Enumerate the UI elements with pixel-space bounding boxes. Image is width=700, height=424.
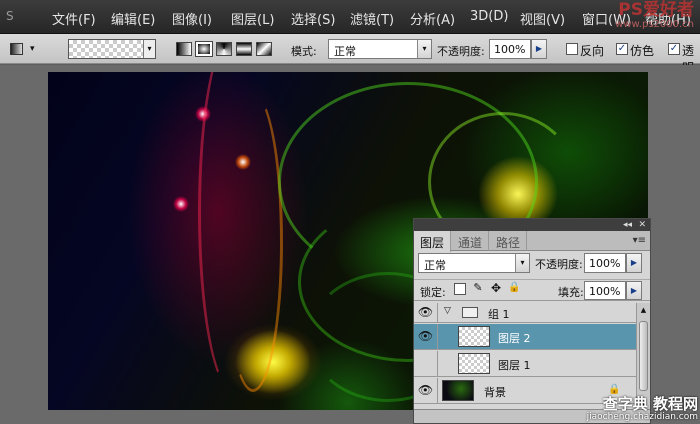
layer-name: 图层 2 [498, 332, 531, 345]
layer-opacity-slider-button[interactable]: ▶ [626, 253, 642, 273]
layer-blend-value: 正常 [424, 259, 446, 272]
panel-menu-icon[interactable]: ▾≡ [633, 235, 646, 246]
fill-label: 填充: [558, 286, 584, 299]
gradient-tool-icon [10, 43, 23, 55]
layer-thumbnail [442, 380, 474, 401]
angle-gradient-button[interactable] [216, 42, 232, 56]
dither-label: 仿色 [630, 44, 655, 58]
layer-row[interactable]: 图层 1 [414, 351, 636, 377]
opacity-slider-button[interactable]: ▶ [531, 39, 547, 59]
eye-hidden-slot[interactable] [414, 351, 438, 376]
tab-layers[interactable]: 图层 [414, 231, 452, 252]
mode-value: 正常 [334, 45, 356, 58]
scroll-thumb[interactable] [639, 321, 648, 391]
linear-gradient-button[interactable] [176, 42, 192, 56]
site-watermark-url: jiaocheng.chazidian.com [586, 412, 698, 422]
diamond-gradient-button[interactable] [256, 42, 272, 56]
radial-gradient-button[interactable] [195, 41, 213, 57]
site-watermark: 查字典 教程网 jiaocheng.chazidian.com [586, 395, 698, 423]
tab-channels[interactable]: 通道 [452, 231, 490, 251]
layer-thumbnail [458, 353, 490, 374]
lock-row: 锁定: ✎ ✥ 🔒 填充: 100% ▶ [414, 279, 650, 301]
eye-icon[interactable]: 👁 [414, 303, 438, 322]
watermark-url: www.ps2000.cn [615, 19, 694, 30]
opacity-label: 不透明度: [437, 45, 485, 58]
close-icon[interactable]: ✕ [638, 219, 646, 231]
layer-name: 图层 1 [498, 359, 531, 372]
layers-panel: ◂◂ ✕ 图层 通道 路径 ▾≡ 正常 ▾ 不透明度: 100% ▶ 锁定: ✎… [413, 218, 651, 424]
site-watermark-title: 查字典 教程网 [602, 395, 698, 413]
light-streak [223, 92, 283, 392]
options-bar: ▾ ▾ 模式: 正常 ▾ 不透明度: 100% ▶ 反向 ✓ 仿色 ✓ 透明 [0, 34, 700, 75]
gradient-picker[interactable]: ▾ [68, 39, 156, 59]
menu-edit[interactable]: 编辑(E) [111, 9, 155, 28]
scroll-up-icon[interactable]: ▲ [637, 303, 650, 317]
menu-analysis[interactable]: 分析(A) [410, 9, 455, 28]
layer-blend-select[interactable]: 正常 ▾ [418, 253, 530, 273]
app-logo: S [6, 9, 14, 23]
lock-pixels-icon[interactable]: ✎ [472, 282, 484, 295]
eye-icon[interactable]: 👁 [414, 378, 438, 403]
panel-tabs: 图层 通道 路径 ▾≡ [414, 231, 650, 252]
chevron-down-icon: ▾ [417, 40, 431, 58]
layer-name: 组 1 [488, 308, 510, 321]
layer-group-row[interactable]: 👁 ▽ 组 1 [414, 303, 636, 323]
lock-icon: 🔒 [608, 384, 621, 395]
menu-filter[interactable]: 滤镜(T) [350, 9, 394, 28]
eye-icon[interactable]: 👁 [414, 324, 438, 349]
chevron-down-icon: ▾ [30, 44, 35, 54]
tab-paths[interactable]: 路径 [490, 231, 528, 251]
menu-bar: S 文件(F) 编辑(E) 图像(I) 图层(L) 选择(S) 滤镜(T) 分析… [0, 0, 700, 34]
menu-file[interactable]: 文件(F) [52, 9, 96, 28]
tool-preset-picker[interactable]: ▾ [6, 39, 46, 59]
dither-checkbox[interactable]: ✓ [616, 43, 628, 55]
fill-slider-button[interactable]: ▶ [626, 281, 642, 300]
chevron-down-icon: ▾ [515, 254, 529, 272]
watermark-logo: PS爱好者 www.ps2000.cn [534, 1, 694, 31]
layer-row-selected[interactable]: 👁 图层 2 [414, 324, 636, 350]
menu-3d[interactable]: 3D(D) [470, 9, 508, 24]
lock-transparency-icon[interactable] [454, 283, 466, 295]
group-expand-icon[interactable]: ▽ [444, 306, 451, 316]
reverse-label: 反向 [580, 44, 605, 58]
collapse-icon[interactable]: ◂◂ [623, 219, 632, 231]
reflected-gradient-button[interactable] [236, 42, 252, 56]
opacity-input[interactable]: 100% [489, 39, 531, 59]
menu-layer[interactable]: 图层(L) [231, 9, 274, 28]
layer-thumbnail [458, 326, 490, 347]
layer-opacity-label: 不透明度: [535, 258, 583, 271]
lock-position-icon[interactable]: ✥ [490, 282, 502, 295]
mode-select[interactable]: 正常 ▾ [328, 39, 432, 59]
transparency-checkbox[interactable]: ✓ [668, 43, 680, 55]
lock-label: 锁定: [420, 286, 446, 299]
menu-select[interactable]: 选择(S) [291, 9, 335, 28]
menu-image[interactable]: 图像(I) [172, 9, 212, 28]
layer-opacity-input[interactable]: 100% [584, 253, 626, 273]
reverse-checkbox[interactable] [566, 43, 578, 55]
lock-all-icon[interactable]: 🔒 [508, 283, 520, 295]
mode-label: 模式: [291, 45, 317, 58]
fill-input[interactable]: 100% [584, 281, 626, 300]
chevron-down-icon[interactable]: ▾ [143, 40, 155, 58]
layer-name: 背景 [484, 386, 506, 399]
folder-icon [462, 307, 478, 318]
watermark-title: PS爱好者 [618, 0, 694, 20]
panel-titlebar[interactable]: ◂◂ ✕ [414, 219, 650, 231]
